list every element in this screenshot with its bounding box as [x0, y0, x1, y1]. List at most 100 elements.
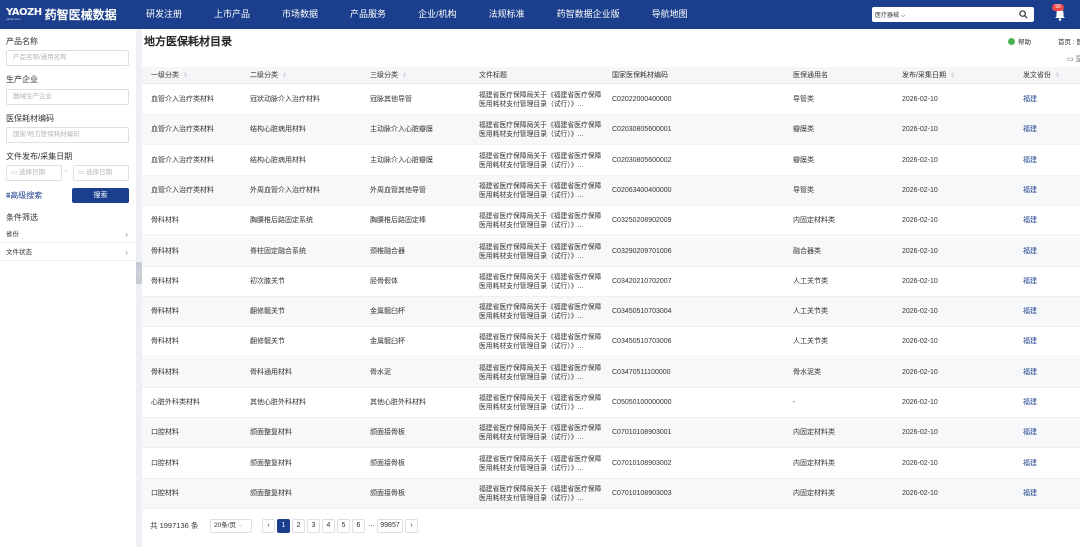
- table-row[interactable]: 骨科材料 胸腰椎后路固定系统 胸腰椎后路固定棒 福建省医疗保障局关于《福建省医疗保障医…: [142, 206, 1080, 237]
- cell-file-title[interactable]: 福建省医疗保障局关于《福建省医疗保障医用耗材支付管理目录（试行）》...: [479, 152, 607, 170]
- nav-item-listed-products[interactable]: 上市产品: [214, 0, 250, 29]
- cell-file-title[interactable]: 福建省医疗保障局关于《福建省医疗保障医用耗材支付管理目录（试行）》...: [479, 455, 607, 473]
- prev-page-button[interactable]: ‹: [262, 519, 275, 533]
- nav-item-companies[interactable]: 企业/机构: [418, 0, 457, 29]
- cell-file-title[interactable]: 福建省医疗保障局关于《福建省医疗保障医用耗材支付管理目录（试行）》...: [479, 364, 607, 382]
- next-page-button[interactable]: ›: [405, 519, 418, 533]
- col-header-code: 国家医保耗材编码: [612, 72, 668, 79]
- cell-province[interactable]: 福建: [1023, 388, 1037, 418]
- nav-item-regulations[interactable]: 法规标准: [489, 0, 525, 29]
- cell-level1: 骨科材料: [151, 308, 179, 316]
- table-row[interactable]: 口腔材料 颌面整复材料 颌面接骨板 福建省医疗保障局关于《福建省医疗保障医用耗材支付管…: [142, 418, 1080, 449]
- table-row[interactable]: 血管介入治疗类材料 外周血管介入治疗材料 外周血管其他导管 福建省医疗保障局关于《福建…: [142, 175, 1080, 206]
- cell-province[interactable]: 福建: [1023, 85, 1037, 115]
- advanced-search-link[interactable]: ⩩高级搜索: [6, 190, 42, 201]
- col-header-level2[interactable]: 二级分类 ⇕: [250, 67, 287, 85]
- page-button-3[interactable]: 3: [307, 519, 320, 533]
- cell-level1: 骨科材料: [151, 338, 179, 346]
- column-settings-icon[interactable]: ▭ 显: [1067, 54, 1080, 64]
- table-row[interactable]: 骨科材料 初次膝关节 胫骨假体 福建省医疗保障局关于《福建省医疗保障医用耗材支付管理目…: [142, 267, 1080, 297]
- cell-level1: 血管介入治疗类材料: [151, 186, 214, 194]
- cell-province[interactable]: 福建: [1023, 146, 1037, 176]
- col-header-level1[interactable]: 一级分类 ⇕: [151, 67, 188, 85]
- page-button-4[interactable]: 4: [322, 519, 335, 533]
- cell-province[interactable]: 福建: [1023, 327, 1037, 357]
- cell-code: C07010108903003: [612, 489, 672, 497]
- table-row[interactable]: 口腔材料 颌面整复材料 颌面接骨板 福建省医疗保障局关于《福建省医疗保障医用耗材支付管…: [142, 478, 1080, 509]
- cell-file-title[interactable]: 福建省医疗保障局关于《福建省医疗保障医用耗材支付管理目录（试行）》...: [479, 333, 607, 351]
- cell-level3: 颈椎融合器: [370, 247, 405, 255]
- nav-item-market-data[interactable]: 市场数据: [282, 0, 318, 29]
- search-category-select[interactable]: 医疗器械 ⌵: [872, 10, 1014, 20]
- table-row[interactable]: 骨科材料 翻修髋关节 金属髋臼杯 福建省医疗保障局关于《福建省医疗保障医用耗材支付管理…: [142, 327, 1080, 358]
- filter-province[interactable]: 省份 ›: [0, 226, 136, 243]
- cell-level3: 骨水泥: [370, 368, 391, 376]
- cell-file-title[interactable]: 福建省医疗保障局关于《福建省医疗保障医用耗材支付管理目录（试行）》...: [479, 212, 607, 230]
- table-row[interactable]: 血管介入治疗类材料 冠状动脉介入治疗材料 冠脉其他导管 福建省医疗保障局关于《福建省医…: [142, 85, 1080, 115]
- cell-province[interactable]: 福建: [1023, 449, 1037, 479]
- cell-province[interactable]: 福建: [1023, 418, 1037, 448]
- cell-province[interactable]: 福建: [1023, 358, 1037, 388]
- col-header-province[interactable]: 发文省份 ⇕: [1023, 67, 1060, 85]
- table-row[interactable]: 血管介入治疗类材料 结构心脏病用材料 主动脉介入心脏瓣膜 福建省医疗保障局关于《福建省…: [142, 146, 1080, 176]
- cell-province[interactable]: 福建: [1023, 206, 1037, 236]
- cell-province[interactable]: 福建: [1023, 479, 1037, 509]
- cell-file-title[interactable]: 福建省医疗保障局关于《福建省医疗保障医用耗材支付管理目录（试行）》...: [479, 243, 607, 261]
- help-link[interactable]: 帮助: [1008, 36, 1031, 46]
- cell-level3: 金属髋臼杯: [370, 338, 405, 346]
- cell-file-title[interactable]: 福建省医疗保障局关于《福建省医疗保障医用耗材支付管理目录（试行）》...: [479, 424, 607, 442]
- cell-province[interactable]: 福建: [1023, 297, 1037, 327]
- cell-file-title[interactable]: 福建省医疗保障局关于《福建省医疗保障医用耗材支付管理目录（试行）》...: [479, 303, 607, 321]
- table-row[interactable]: 口腔材料 颌面整复材料 颌面接骨板 福建省医疗保障局关于《福建省医疗保障医用耗材支付管…: [142, 449, 1080, 479]
- page-button-1[interactable]: 1: [277, 519, 290, 533]
- cell-level3: 颌面接骨板: [370, 489, 405, 497]
- table-row[interactable]: 血管介入治疗类材料 结构心脏病用材料 主动脉介入心脏瓣膜 福建省医疗保障局关于《福建省…: [142, 115, 1080, 146]
- cell-level1: 口腔材料: [151, 459, 179, 467]
- cell-file-title[interactable]: 福建省医疗保障局关于《福建省医疗保障医用耗材支付管理目录（试行）》...: [479, 91, 607, 109]
- page-button-last[interactable]: 99857: [377, 519, 403, 533]
- cell-level2: 结构心脏病用材料: [250, 156, 306, 164]
- cell-province[interactable]: 福建: [1023, 267, 1037, 297]
- cell-file-title[interactable]: 福建省医疗保障局关于《福建省医疗保障医用耗材支付管理目录（试行）》...: [479, 485, 607, 503]
- cell-file-title[interactable]: 福建省医疗保障局关于《福建省医疗保障医用耗材支付管理目录（试行）》...: [479, 273, 607, 291]
- calendar-icon: ▭: [78, 169, 85, 176]
- cell-generic-name: 瓣膜类: [793, 156, 814, 164]
- cell-province[interactable]: 福建: [1023, 115, 1037, 145]
- search-button[interactable]: [1014, 7, 1032, 22]
- cell-file-title[interactable]: 福建省医疗保障局关于《福建省医疗保障医用耗材支付管理目录（试行）》...: [479, 394, 607, 412]
- cell-file-title[interactable]: 福建省医疗保障局关于《福建省医疗保障医用耗材支付管理目录（试行）》...: [479, 121, 607, 139]
- sidebar-search-button[interactable]: 搜索: [72, 188, 129, 203]
- breadcrumb[interactable]: 首页 : 医: [1058, 36, 1080, 46]
- date-start-input[interactable]: ▭ 选择日期: [6, 165, 62, 181]
- table-row[interactable]: 骨科材料 翻修髋关节 金属髋臼杯 福建省医疗保障局关于《福建省医疗保障医用耗材支付管理…: [142, 297, 1080, 328]
- cell-level2: 脊柱固定融合系统: [250, 247, 306, 255]
- filter-file-status[interactable]: 文件状态 ›: [0, 244, 136, 261]
- cell-generic-name: 人工关节类: [793, 338, 828, 346]
- logo[interactable]: YAOZH yaozh.com 药智医械数据: [6, 6, 134, 23]
- nav-item-sitemap[interactable]: 导航地图: [652, 0, 688, 29]
- table-row[interactable]: 心脏外科类材料 其他心脏外科材料 其他心脏外科材料 福建省医疗保障局关于《福建省医疗保…: [142, 388, 1080, 418]
- page-button-6[interactable]: 6: [352, 519, 365, 533]
- company-input[interactable]: 器械生产企业: [6, 89, 129, 105]
- cell-file-title[interactable]: 福建省医疗保障局关于《福建省医疗保障医用耗材支付管理目录（试行）》...: [479, 182, 607, 200]
- date-end-input[interactable]: ▭ 选择日期: [73, 165, 129, 181]
- col-header-level3[interactable]: 三级分类 ⇕: [370, 67, 407, 85]
- sort-icon: ⇕: [1055, 73, 1061, 79]
- page-button-5[interactable]: 5: [337, 519, 350, 533]
- cell-province[interactable]: 福建: [1023, 237, 1037, 267]
- col-header-date[interactable]: 发布/采集日期 ⇕: [902, 67, 955, 85]
- table-row[interactable]: 骨科材料 骨科通用材料 骨水泥 福建省医疗保障局关于《福建省医疗保障医用耗材支付管理目…: [142, 357, 1080, 388]
- nav-item-services[interactable]: 产品服务: [350, 0, 386, 29]
- nav-item-enterprise[interactable]: 药智数据企业版: [557, 0, 620, 29]
- cell-date: 2026-02-10: [902, 429, 938, 437]
- cell-date: 2026-02-10: [902, 368, 938, 376]
- nav-item-rnd[interactable]: 研发注册: [146, 0, 182, 29]
- page-button-2[interactable]: 2: [292, 519, 305, 533]
- cell-province[interactable]: 福建: [1023, 176, 1037, 206]
- table-row[interactable]: 骨科材料 脊柱固定融合系统 颈椎融合器 福建省医疗保障局关于《福建省医疗保障医用耗材支…: [142, 236, 1080, 267]
- code-input[interactable]: 国家/地方医保耗材编码: [6, 127, 129, 143]
- product-name-input[interactable]: 产品名称/通用名称: [6, 50, 129, 66]
- page-size-select[interactable]: 20条/页 ⌵: [210, 519, 252, 533]
- global-search[interactable]: 医疗器械 ⌵: [872, 7, 1034, 22]
- page-title: 地方医保耗材目录: [144, 36, 232, 48]
